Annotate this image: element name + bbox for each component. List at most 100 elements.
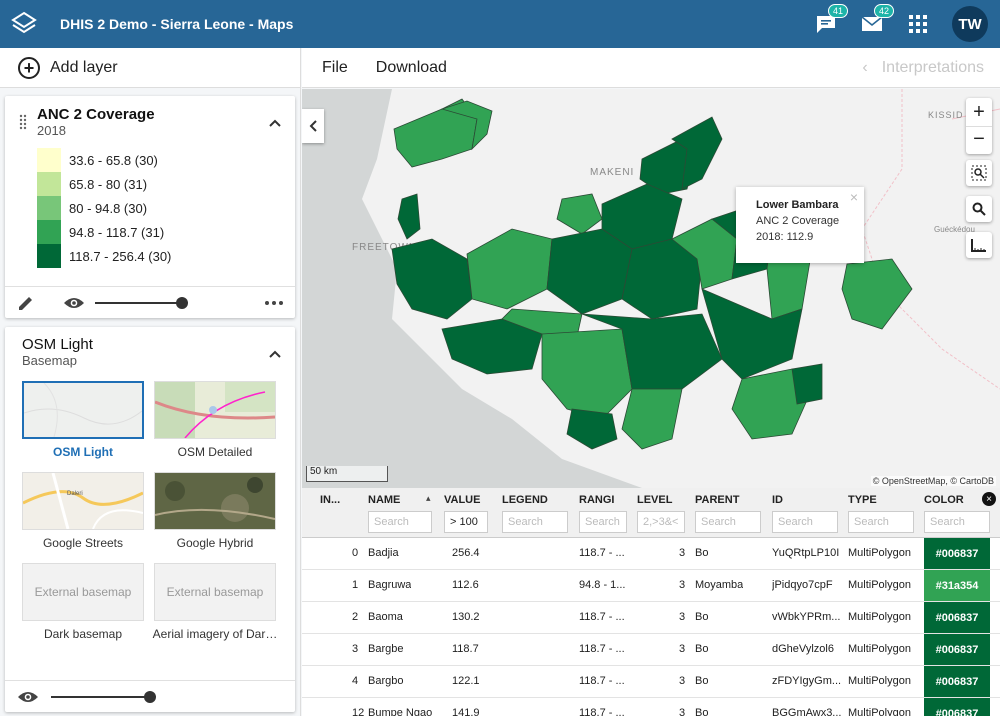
legend-item: 33.6 - 65.8 (30) <box>37 148 171 172</box>
inbox-badge: 42 <box>873 4 894 18</box>
table-row[interactable]: 2 Baoma 130.2 118.7 - ... 3 Bo vWbkYPRm... Mult… <box>302 602 1000 634</box>
column-filter-input[interactable]: Search <box>848 511 914 533</box>
apps-grid-icon[interactable] <box>906 12 930 36</box>
choropleth-map[interactable]: MAKENI FREETOWN KISSID Guéckédou <box>302 89 1000 488</box>
svg-text:Daleri: Daleri <box>67 491 83 497</box>
column-filter-input[interactable]: > 100 <box>444 511 488 533</box>
table-row[interactable]: 12 Bumpe Ngao 141.9 118.7 - ... 3 Bo BGGmAwx3.… <box>302 698 1000 716</box>
cell-color: #006837 <box>924 666 990 697</box>
close-popup-icon[interactable]: × <box>850 189 858 205</box>
cell-value: 112.6 <box>452 579 479 591</box>
district-polygon[interactable] <box>791 363 823 405</box>
column-filter-input[interactable]: Search <box>368 511 432 533</box>
column-header[interactable]: LEGEND <box>502 494 548 506</box>
basemap-title: OSM Light <box>22 336 93 353</box>
column-filter-input[interactable]: Search <box>502 511 568 533</box>
column-filter-input[interactable]: Search <box>924 511 990 533</box>
column-header[interactable]: PARENT <box>695 494 739 506</box>
cell-level: 3 <box>679 547 686 559</box>
map-canvas[interactable]: MAKENI FREETOWN KISSID Guéckédou × Lower… <box>302 89 1000 488</box>
layer-period: 2018 <box>37 123 66 138</box>
basemap-osm-detailed[interactable]: OSM Detailed <box>152 381 278 459</box>
popup-name: Lower Bambara <box>756 199 839 211</box>
basemap-opacity-slider[interactable] <box>51 690 156 703</box>
zoom-out-icon[interactable]: − <box>966 126 992 154</box>
column-filter-input[interactable]: Search <box>695 511 761 533</box>
basemap-visibility-eye-icon[interactable] <box>17 690 39 704</box>
layer-legend: 33.6 - 65.8 (30) 65.8 - 80 (31) 80 - 94.8 … <box>37 148 171 268</box>
basemap-card: OSM Light Basemap OSM Light OSM Detailed… <box>5 327 295 712</box>
visibility-eye-icon[interactable] <box>63 296 85 310</box>
file-menu[interactable]: File <box>322 59 348 77</box>
cell-name: Bumpe Ngao <box>368 707 433 716</box>
layer-title: ANC 2 Coverage <box>37 106 155 123</box>
sort-ascending-icon[interactable]: ▴ <box>426 493 431 504</box>
messages-badge: 41 <box>827 4 848 18</box>
column-header[interactable]: LEVEL <box>637 494 672 506</box>
cell-index: 1 <box>352 579 359 591</box>
cell-range: 118.7 - ... <box>579 611 625 623</box>
cell-color: #006837 <box>924 602 990 633</box>
column-filter-input[interactable]: Search <box>772 511 838 533</box>
google-streets-thumbnail: Daleri <box>22 472 144 530</box>
cell-type: MultiPolygon <box>848 707 911 716</box>
edit-pencil-icon[interactable] <box>17 294 35 312</box>
basemap-label: Aerial imagery of Dar… <box>152 627 278 641</box>
table-row[interactable]: 4 Bargbo 122.1 118.7 - ... 3 Bo zFDYIgyGm... Mu… <box>302 666 1000 698</box>
cell-type: MultiPolygon <box>848 579 911 591</box>
column-header[interactable]: NAME <box>368 494 400 506</box>
user-avatar[interactable]: TW <box>952 6 988 42</box>
osm-detailed-thumbnail <box>154 381 276 439</box>
column-filter-input[interactable]: Search <box>579 511 627 533</box>
collapse-chevron-icon[interactable] <box>269 118 281 130</box>
google-hybrid-thumbnail <box>154 472 276 530</box>
measure-ruler-icon[interactable] <box>966 232 992 258</box>
basemap-google-hybrid[interactable]: Google Hybrid <box>152 472 278 550</box>
cell-id: BGGmAwx3... <box>772 707 842 716</box>
basemap-aerial[interactable]: External basemap Aerial imagery of Dar… <box>152 563 278 641</box>
basemap-opacity-slider-thumb[interactable] <box>144 690 156 703</box>
collapse-panel-button[interactable] <box>302 109 324 143</box>
cell-range: 118.7 - ... <box>579 643 625 655</box>
dhis2-logo-icon[interactable] <box>0 0 48 48</box>
basemap-google-streets[interactable]: Daleri Google Streets <box>20 472 146 550</box>
download-menu[interactable]: Download <box>376 59 447 77</box>
cell-level: 3 <box>679 611 686 623</box>
inbox-icon[interactable]: 42 <box>860 4 894 36</box>
add-layer-button[interactable]: + Add layer <box>0 48 300 88</box>
cell-name: Bargbo <box>368 675 404 687</box>
interpretations-label: Interpretations <box>881 58 984 76</box>
column-header[interactable]: TYPE <box>848 494 877 506</box>
column-header[interactable]: IN... <box>320 494 340 506</box>
more-options-icon[interactable] <box>265 300 283 305</box>
table-row[interactable]: 0 Badjia 256.4 118.7 - ... 3 Bo YuQRtpLP10I Mul… <box>302 538 1000 570</box>
search-icon[interactable] <box>966 196 992 222</box>
close-table-icon[interactable]: × <box>982 492 996 506</box>
basemap-dark[interactable]: External basemap Dark basemap <box>20 563 146 641</box>
cell-color: #006837 <box>924 538 990 569</box>
column-filter-input[interactable]: 2,>3&< <box>637 511 685 533</box>
cell-level: 3 <box>679 675 686 687</box>
label-makeni: MAKENI <box>590 167 634 178</box>
column-header[interactable]: RANGI <box>579 494 614 506</box>
data-table: IN... NAME Search VALUE > 100 LEGEND Search RAN… <box>302 488 1000 716</box>
table-row[interactable]: 1 Bagruwa 112.6 94.8 - 1... 3 Moyamba jPidqyo7… <box>302 570 1000 602</box>
zoom-in-icon[interactable]: + <box>973 98 985 126</box>
basemap-toolbar <box>5 680 295 712</box>
legend-label: 94.8 - 118.7 (31) <box>69 224 165 240</box>
messages-icon[interactable]: 41 <box>814 4 848 36</box>
column-header[interactable]: VALUE <box>444 494 480 506</box>
column-header[interactable]: ID <box>772 494 783 506</box>
zoom-control: + − <box>966 98 992 154</box>
cell-type: MultiPolygon <box>848 675 911 687</box>
basemap-collapse-chevron-icon[interactable] <box>269 349 281 361</box>
interpretations-toggle[interactable]: ‹ Interpretations <box>862 59 984 77</box>
basemap-osm-light[interactable]: OSM Light <box>20 381 146 459</box>
drag-handle-icon[interactable] <box>19 114 27 130</box>
opacity-slider-thumb[interactable] <box>176 296 188 309</box>
fit-bounds-icon[interactable] <box>966 160 992 186</box>
column-header[interactable]: COLOR <box>924 494 964 506</box>
table-row[interactable]: 3 Bargbe 118.7 118.7 - ... 3 Bo dGheVylzol6 Mul… <box>302 634 1000 666</box>
cell-value: 141.9 <box>452 707 480 716</box>
opacity-slider[interactable] <box>95 296 188 309</box>
